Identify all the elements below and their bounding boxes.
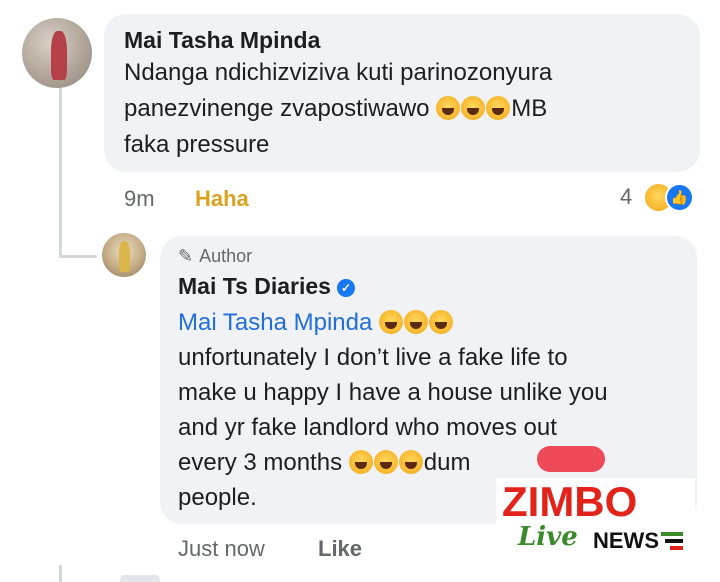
reply-text-line: every 3 months dum (178, 445, 470, 480)
reply-text-line: and yr fake landlord who moves out (178, 414, 557, 441)
watermark-live: Live (518, 522, 578, 552)
verified-badge-icon: ✓ (336, 279, 355, 297)
laughing-emoji-icon (461, 96, 486, 120)
reply-text: dum (423, 449, 471, 476)
thread-line-continuation (59, 565, 62, 582)
zimbo-live-news-watermark: ZIMBO Live NEWS (496, 478, 695, 556)
reply-text-line: unfortunately I don’t live a fake life t… (178, 344, 568, 371)
author-badge: ✎ Author (178, 246, 252, 267)
laughing-emoji-icon (404, 310, 429, 334)
comment-text-line: Ndanga ndichizviziva kuti parinozonyura (124, 59, 553, 86)
reply-text-line: make u happy I have a house unlike you (178, 379, 608, 406)
avatar-commenter[interactable] (22, 18, 92, 88)
watermark-brand: ZIMBO (502, 478, 638, 525)
next-comment-stub (120, 575, 160, 582)
laughing-emoji-icon (379, 310, 404, 334)
laughing-emoji-icon (436, 96, 461, 120)
reaction-count[interactable]: 4 (620, 184, 632, 210)
reply-mention-line: Mai Tasha Mpinda (178, 305, 454, 340)
watermark-stripes (661, 532, 683, 553)
reply-author-header: Mai Ts Diaries ✓ (178, 273, 355, 300)
reply-text: every 3 months (178, 449, 343, 476)
thread-connector (59, 255, 97, 258)
thread-line (59, 88, 62, 258)
redaction-mark (537, 446, 605, 472)
reply-author-name[interactable]: Mai Ts Diaries (178, 273, 331, 299)
like-reaction-icon: 👍 (665, 183, 694, 212)
mention-link[interactable]: Mai Tasha Mpinda (178, 309, 372, 336)
haha-reaction-button[interactable]: Haha (195, 186, 249, 212)
reply-timestamp[interactable]: Just now (178, 536, 265, 562)
reaction-summary[interactable]: 👍 (643, 182, 701, 213)
watermark-news: NEWS (593, 528, 659, 553)
comment-text-line: panezvinenge zvapostiwawo MB (124, 91, 547, 126)
laughing-emoji-icon (486, 96, 511, 120)
pencil-icon: ✎ (178, 246, 194, 266)
reply-text-line: people. (178, 484, 257, 511)
laughing-emoji-icon (348, 450, 373, 474)
comment-text-line: faka pressure (124, 131, 270, 158)
laughing-emoji-icon (398, 450, 423, 474)
like-button[interactable]: Like (318, 536, 362, 562)
comment-timestamp[interactable]: 9m (124, 186, 155, 212)
comment-author-name[interactable]: Mai Tasha Mpinda (124, 27, 320, 54)
avatar-author[interactable] (102, 233, 146, 277)
comment-text: MB (511, 95, 548, 122)
laughing-emoji-icon (373, 450, 398, 474)
comment-text: panezvinenge zvapostiwawo (124, 95, 430, 122)
author-badge-label: Author (199, 246, 253, 266)
laughing-emoji-icon (429, 310, 454, 334)
